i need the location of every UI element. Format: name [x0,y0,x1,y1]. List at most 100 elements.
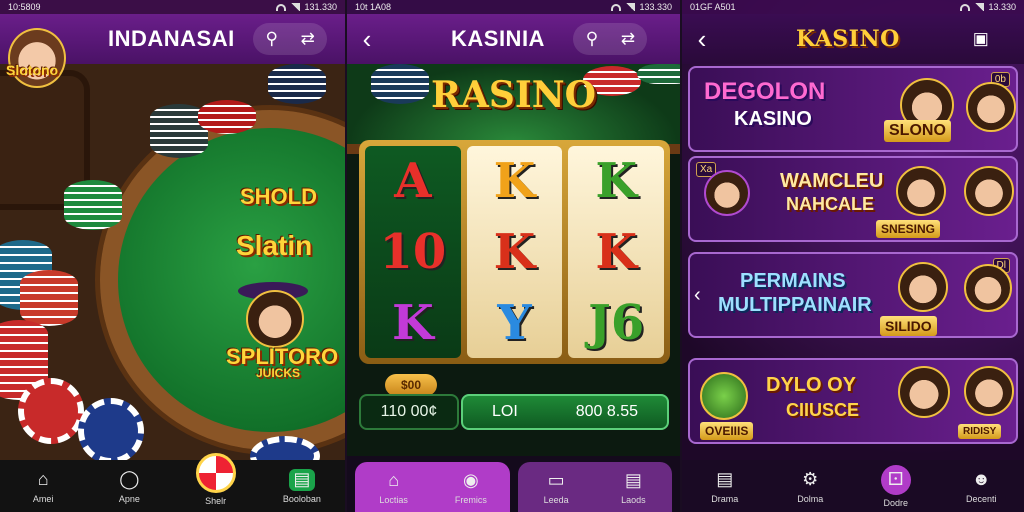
shop-icon: ▤ [288,468,315,491]
nav-item-drama[interactable]: ▤ Drama [695,469,755,504]
card-sub: MULTIPPAINAIR [718,294,872,316]
reel-3: K K J6 [568,146,665,358]
promo-card[interactable]: 0b DEGOLON KASINO SLONO [688,66,1018,152]
nav-item-home[interactable]: ⌂ Amei [13,469,73,504]
reel-symbol: K [595,223,638,280]
nav-item-laods[interactable]: ▤ Laods [603,470,663,505]
nav-item-decenti[interactable]: ☻ Decenti [951,469,1011,504]
bottom-nav: ▤ Drama ⚙ Dolma ⚀ Dodre ☻ Decenti [682,460,1024,512]
host-avatar [964,166,1014,216]
signal-icon [290,3,301,11]
app-title: KASINIA [451,26,545,51]
status-time: 01GF A501 [690,2,736,12]
nav-item-apps[interactable]: ◯ Apne [99,469,159,504]
reel-symbol: K [595,153,638,210]
host-avatar [896,166,946,216]
card-badge: SILIDO [880,316,937,336]
status-time: 10:5809 [8,2,41,12]
screen-kasino-lobby: 01GF A501 13.330 ‹ KASINO ▣ 0b DEGOLON K… [680,0,1024,512]
card-sub: KASINO [734,108,812,130]
status-value: 131.330 [304,2,337,12]
app-title: KASINO [796,26,900,52]
reel-symbol: K [493,153,536,210]
cards-icon: ▤ [624,470,642,490]
chip-stack [20,270,78,326]
back-arrow-icon[interactable]: ‹ [688,19,716,59]
card-sub: CIIUSCE [786,400,860,420]
wifi-icon [611,3,622,11]
card-headline: DYLO OY [766,374,857,396]
nav-item-dodre[interactable]: ⚀ Dodre [866,464,926,508]
reel-symbol: Y [497,294,532,351]
host-avatar [966,82,1016,132]
nav-item-leeda[interactable]: ▭ Leeda [526,470,586,505]
wifi-icon [276,3,287,11]
reels-frame: A 10 K K K Y K K J6 [359,140,670,364]
app-bar: ‹ KASINO ▣ [682,14,1024,64]
mascot-caption: Slotono [6,62,59,78]
reel-symbol: K [391,294,434,351]
card-headline: PERMAINS [740,270,846,292]
host-avatar [964,366,1014,416]
logo-bottom-sub: JUICKS [256,366,301,380]
nav-item-loctias[interactable]: ⌂ Loctias [364,470,424,505]
home-icon: ⌂ [388,470,400,490]
host-avatar [898,366,950,418]
promo-card[interactable]: Xa WAMCLEU NAHCALE SNESING [688,156,1018,242]
reel-1: A 10 K [365,146,461,358]
app-bar: ‹ KASINIA ⚲ ⇄ [347,14,680,64]
action-pill: ⚲ ⇄ [252,23,327,55]
wifi-icon [960,3,971,11]
search-icon[interactable]: ⚲ [259,26,285,52]
ball-icon: ◉ [463,470,479,490]
app-title: INDANASAI [108,26,235,51]
mascot-avatar[interactable] [8,28,66,88]
bottom-nav: ⌂ Amei ◯ Apne Shelr ▤ Booloban [0,452,345,512]
signal-icon [625,3,636,11]
status-time: 10t 1A08 [355,2,392,12]
nav-item-fremics[interactable]: ◉ Fremics [441,470,501,505]
card-badge: SLONO [884,120,951,142]
nav-item-dolma[interactable]: ⚙ Dolma [780,469,840,504]
status-bar: 01GF A501 13.330 [682,0,1024,14]
signal-icon [974,3,985,11]
nav-group-left: ⌂ Loctias ◉ Fremics [355,462,510,512]
bottom-nav: ⌂ Loctias ◉ Fremics ▭ Leeda ▤ Laods [347,456,680,512]
card-sub: NAHCALE [786,194,874,214]
back-arrow-icon[interactable]: ‹ [353,19,381,59]
status-bar: 10:5809 131.330 [0,0,345,14]
filter-icon[interactable]: ⇄ [615,26,641,52]
host-avatar [704,170,750,216]
win-label: LOI [491,403,518,420]
reel-symbol: 10 [379,223,447,280]
poker-chip [18,378,84,444]
mascot-ball [700,372,748,420]
chair-icon: ▭ [547,470,565,490]
balance-display: 110 00¢ [359,394,459,430]
search-icon[interactable]: ⚲ [579,26,605,52]
nav-item-booloban[interactable]: ▤ Booloban [272,468,332,504]
reel-symbol: A [394,153,432,210]
gift-icon[interactable]: ▣ [968,26,994,52]
promo-card[interactable]: DYLO OY CIIUSCE OVEIIIS RIDISY [688,358,1018,444]
card-badge: OVEIIIS [700,422,754,440]
promo-card[interactable]: Dl ‹ PERMAINS MULTIPPAINAIR SILIDO [688,252,1018,338]
card-headline: WAMCLEU [780,170,884,192]
chip-stack [268,64,326,104]
screen-slot-machine: 10t 1A08 133.330 ‹ KASINIA ⚲ ⇄ RASINO A [345,0,680,512]
nav-item-shelr[interactable]: Shelr [186,452,246,506]
chip-stack [198,100,256,134]
reels: A 10 K K K Y K K J6 [365,146,665,358]
bet-chip[interactable]: $00 [385,374,437,396]
table-icon: ▤ [716,469,734,489]
reel-symbol: J6 [588,294,645,351]
chip-stack [64,180,122,230]
card-headline: DEGOLON [704,78,826,105]
card-tag: RIDISY [958,424,1002,439]
wheel-icon [195,452,236,493]
carousel-prev-icon[interactable]: ‹ [694,284,701,307]
status-bar: 10t 1A08 133.330 [347,0,680,14]
avatar-icon: ☻ [971,469,991,489]
filter-icon[interactable]: ⇄ [295,26,321,52]
reel-symbol: K [493,223,536,280]
